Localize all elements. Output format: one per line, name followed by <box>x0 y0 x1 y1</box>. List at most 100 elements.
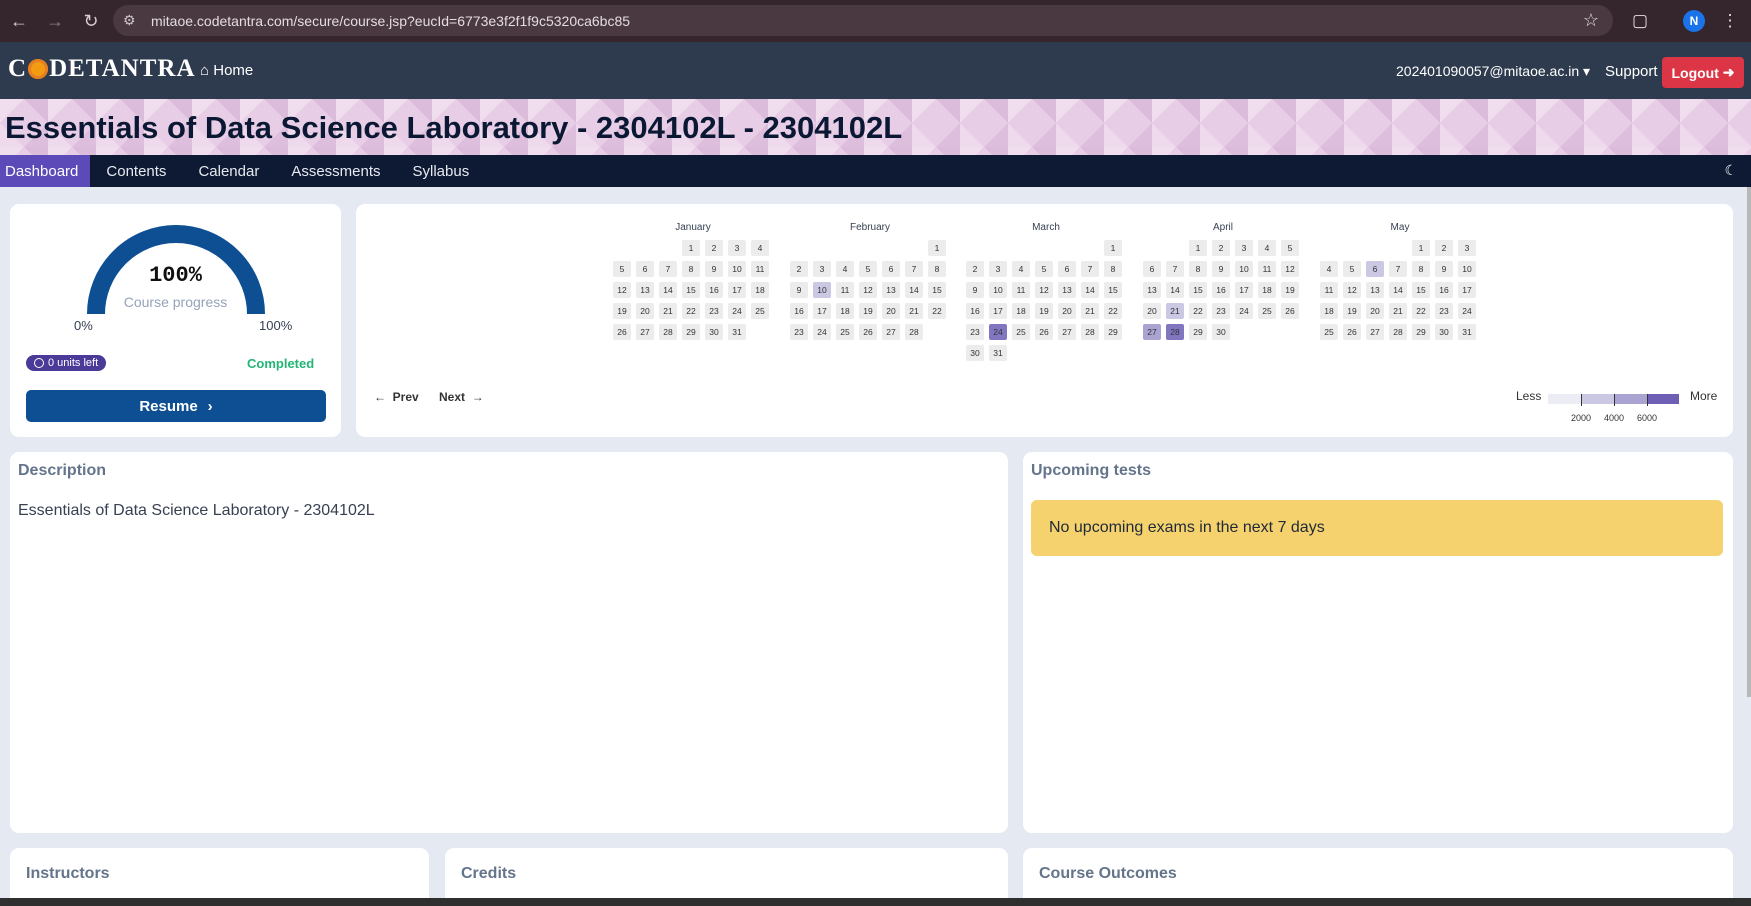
calendar-day[interactable]: 1 <box>928 240 946 256</box>
calendar-day[interactable]: 13 <box>1143 282 1161 298</box>
calendar-day[interactable]: 21 <box>905 303 923 319</box>
reload-icon[interactable]: ↻ <box>74 4 108 38</box>
calendar-day[interactable]: 15 <box>682 282 700 298</box>
dark-mode-toggle-icon[interactable]: ☾ <box>1724 162 1737 179</box>
calendar-day[interactable]: 19 <box>1035 303 1053 319</box>
calendar-day[interactable]: 25 <box>1258 303 1276 319</box>
calendar-day[interactable]: 13 <box>1058 282 1076 298</box>
calendar-day[interactable]: 26 <box>613 324 631 340</box>
calendar-day[interactable]: 25 <box>836 324 854 340</box>
calendar-day[interactable]: 26 <box>1035 324 1053 340</box>
calendar-day[interactable]: 20 <box>1366 303 1384 319</box>
calendar-day[interactable]: 11 <box>751 261 769 277</box>
calendar-day[interactable]: 18 <box>1320 303 1338 319</box>
calendar-day[interactable]: 4 <box>1320 261 1338 277</box>
tab-contents[interactable]: Contents <box>90 155 182 187</box>
calendar-day[interactable]: 10 <box>813 282 831 298</box>
calendar-day[interactable]: 14 <box>1166 282 1184 298</box>
calendar-day[interactable]: 22 <box>1412 303 1430 319</box>
calendar-day[interactable]: 4 <box>1012 261 1030 277</box>
calendar-day[interactable]: 28 <box>1081 324 1099 340</box>
calendar-day[interactable]: 28 <box>1166 324 1184 340</box>
calendar-day[interactable]: 5 <box>859 261 877 277</box>
calendar-day[interactable]: 27 <box>1143 324 1161 340</box>
calendar-day[interactable]: 6 <box>1366 261 1384 277</box>
next-button[interactable]: Next → <box>439 390 484 404</box>
calendar-day[interactable]: 1 <box>682 240 700 256</box>
calendar-day[interactable]: 15 <box>1189 282 1207 298</box>
calendar-day[interactable]: 28 <box>659 324 677 340</box>
calendar-day[interactable]: 2 <box>1435 240 1453 256</box>
tab-dashboard[interactable]: Dashboard <box>0 155 91 187</box>
calendar-day[interactable]: 20 <box>636 303 654 319</box>
calendar-day[interactable]: 27 <box>1366 324 1384 340</box>
calendar-day[interactable]: 6 <box>636 261 654 277</box>
calendar-day[interactable]: 24 <box>1458 303 1476 319</box>
calendar-day[interactable]: 2 <box>705 240 723 256</box>
calendar-day[interactable]: 8 <box>1412 261 1430 277</box>
calendar-day[interactable]: 29 <box>682 324 700 340</box>
tab-syllabus[interactable]: Syllabus <box>397 155 486 187</box>
calendar-day[interactable]: 10 <box>989 282 1007 298</box>
calendar-day[interactable]: 22 <box>682 303 700 319</box>
calendar-day[interactable]: 7 <box>905 261 923 277</box>
calendar-day[interactable]: 16 <box>1435 282 1453 298</box>
calendar-day[interactable]: 8 <box>682 261 700 277</box>
calendar-day[interactable]: 14 <box>659 282 677 298</box>
calendar-day[interactable]: 4 <box>836 261 854 277</box>
calendar-day[interactable]: 13 <box>882 282 900 298</box>
calendar-day[interactable]: 23 <box>790 324 808 340</box>
calendar-day[interactable]: 22 <box>1104 303 1122 319</box>
calendar-day[interactable]: 21 <box>1166 303 1184 319</box>
calendar-day[interactable]: 16 <box>966 303 984 319</box>
calendar-day[interactable]: 24 <box>989 324 1007 340</box>
calendar-day[interactable]: 9 <box>1435 261 1453 277</box>
calendar-day[interactable]: 3 <box>813 261 831 277</box>
calendar-day[interactable]: 2 <box>966 261 984 277</box>
calendar-day[interactable]: 11 <box>1012 282 1030 298</box>
calendar-day[interactable]: 20 <box>1143 303 1161 319</box>
address-bar[interactable]: ⚙ mitaoe.codetantra.com/secure/course.js… <box>113 5 1613 36</box>
calendar-day[interactable]: 25 <box>751 303 769 319</box>
calendar-day[interactable]: 17 <box>1458 282 1476 298</box>
calendar-day[interactable]: 15 <box>1412 282 1430 298</box>
calendar-day[interactable]: 18 <box>1012 303 1030 319</box>
resume-button[interactable]: Resume › <box>26 390 326 422</box>
calendar-day[interactable]: 10 <box>1235 261 1253 277</box>
forward-icon[interactable]: → <box>38 4 72 38</box>
profile-avatar[interactable]: N <box>1683 10 1705 32</box>
calendar-day[interactable]: 17 <box>728 282 746 298</box>
calendar-day[interactable]: 30 <box>1435 324 1453 340</box>
calendar-day[interactable]: 11 <box>1320 282 1338 298</box>
calendar-day[interactable]: 20 <box>882 303 900 319</box>
calendar-day[interactable]: 30 <box>966 345 984 361</box>
calendar-day[interactable]: 7 <box>1166 261 1184 277</box>
calendar-day[interactable]: 19 <box>1281 282 1299 298</box>
calendar-day[interactable]: 23 <box>705 303 723 319</box>
calendar-day[interactable]: 18 <box>836 303 854 319</box>
calendar-day[interactable]: 5 <box>1343 261 1361 277</box>
calendar-day[interactable]: 12 <box>1035 282 1053 298</box>
calendar-day[interactable]: 1 <box>1189 240 1207 256</box>
calendar-day[interactable]: 9 <box>966 282 984 298</box>
calendar-day[interactable]: 21 <box>659 303 677 319</box>
calendar-day[interactable]: 25 <box>1012 324 1030 340</box>
calendar-day[interactable]: 9 <box>1212 261 1230 277</box>
calendar-day[interactable]: 24 <box>1235 303 1253 319</box>
calendar-day[interactable]: 5 <box>1035 261 1053 277</box>
calendar-day[interactable]: 21 <box>1389 303 1407 319</box>
calendar-day[interactable]: 13 <box>636 282 654 298</box>
calendar-day[interactable]: 14 <box>1389 282 1407 298</box>
calendar-day[interactable]: 17 <box>989 303 1007 319</box>
calendar-day[interactable]: 10 <box>728 261 746 277</box>
calendar-day[interactable]: 28 <box>1389 324 1407 340</box>
calendar-day[interactable]: 23 <box>966 324 984 340</box>
calendar-day[interactable]: 18 <box>751 282 769 298</box>
calendar-day[interactable]: 9 <box>790 282 808 298</box>
calendar-day[interactable]: 3 <box>989 261 1007 277</box>
calendar-day[interactable]: 16 <box>790 303 808 319</box>
calendar-day[interactable]: 8 <box>1189 261 1207 277</box>
calendar-day[interactable]: 17 <box>813 303 831 319</box>
home-link[interactable]: ⌂ Home <box>200 62 253 79</box>
calendar-day[interactable]: 15 <box>1104 282 1122 298</box>
